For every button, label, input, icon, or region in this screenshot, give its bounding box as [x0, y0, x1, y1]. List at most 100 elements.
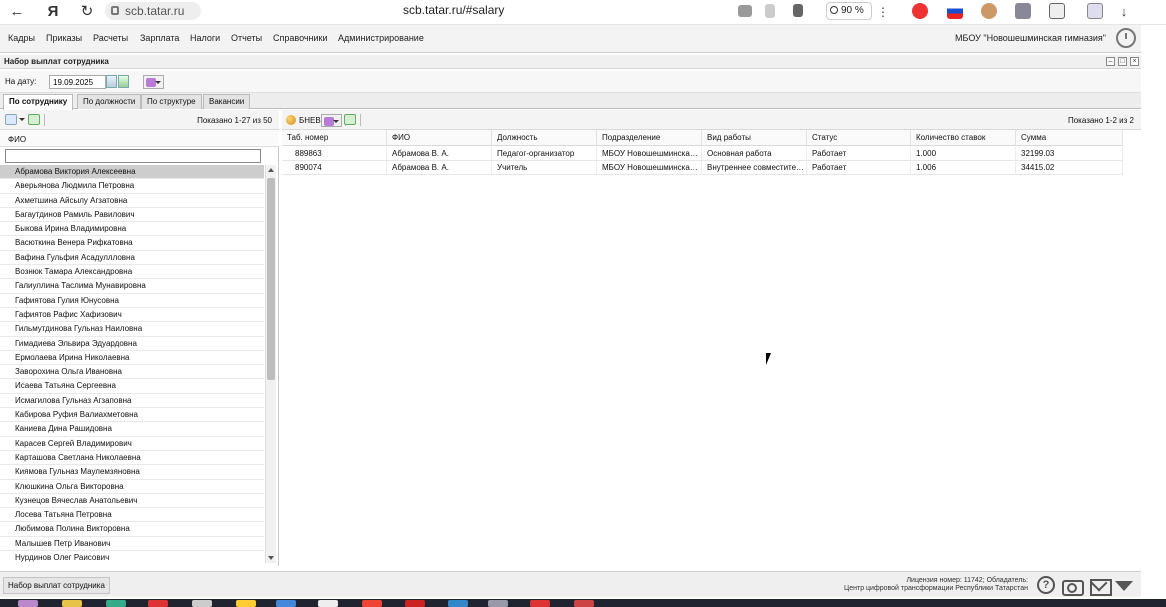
employee-list-item[interactable]: Абрамова Виктория Алексеевна	[0, 165, 264, 180]
notes-icon[interactable]	[1049, 3, 1065, 19]
refresh-icon[interactable]	[28, 114, 40, 125]
download-icon[interactable]: ↓	[1113, 2, 1135, 22]
taskbar-app-icon[interactable]	[362, 600, 382, 607]
employee-list-item[interactable]: Гафиятова Гулия Юнусовна	[0, 294, 264, 308]
reload-icon[interactable]: ↻	[76, 2, 98, 22]
taskbar-app-icon[interactable]	[488, 600, 508, 607]
bookmark-icon[interactable]	[793, 4, 803, 17]
taskbar-app-icon[interactable]	[148, 600, 168, 607]
url-pill[interactable]: scb.tatar.ru	[105, 2, 201, 20]
window-task-button[interactable]: Набор выплат сотрудника	[3, 577, 110, 594]
refresh-icon[interactable]	[344, 114, 356, 125]
taskbar-app-icon[interactable]	[192, 600, 212, 607]
grid-column-header[interactable]: Сумма	[1016, 130, 1123, 146]
shield-extension-icon[interactable]	[1015, 3, 1031, 19]
grid-column-header[interactable]: Должность	[492, 130, 597, 146]
employee-list-item[interactable]: Гафиятов Рафис Хафизович	[0, 308, 264, 323]
employee-list-item[interactable]: Клюшкина Ольга Викторовна	[0, 480, 264, 494]
back-arrow-icon[interactable]: ←	[6, 2, 28, 22]
employee-list-item[interactable]: Нурдинов Олег Раисович	[0, 551, 264, 563]
more-menu-icon[interactable]: ⋮	[872, 2, 894, 22]
taskbar-app-icon[interactable]	[530, 600, 550, 607]
employee-list-item[interactable]: Лосева Татьяна Петровна	[0, 508, 264, 523]
employee-list-item[interactable]: Вафина Гульфия Асадуллловна	[0, 251, 264, 266]
taskbar-app-icon[interactable]	[106, 600, 126, 607]
employee-list-item[interactable]: Гимадиева Эльвира Эдуардовна	[0, 337, 264, 351]
menu-nalogi[interactable]: Налоги	[190, 33, 220, 43]
tab-by-position[interactable]: По должности	[77, 94, 142, 109]
chevron-down-icon[interactable]	[19, 118, 25, 121]
employee-list-item[interactable]: Карташова Светлана Николаевна	[0, 451, 264, 466]
taskbar-app-icon[interactable]	[276, 600, 296, 607]
grid-column-header[interactable]: Количество ставок	[911, 130, 1016, 146]
collapse-triangle-icon[interactable]	[1115, 581, 1133, 591]
employee-list-scrollbar[interactable]	[265, 165, 276, 563]
menu-zarplata[interactable]: Зарплата	[140, 33, 179, 43]
clock-icon[interactable]	[1116, 28, 1136, 48]
employee-list-item[interactable]: Любимова Полина Викторовна	[0, 522, 264, 537]
employee-list-item[interactable]: Кузнецов Вячеслав Анатольевич	[0, 494, 264, 509]
zoom-indicator[interactable]: 90 %	[826, 2, 872, 20]
employee-list-item[interactable]: Ермолаева Ирина Николаевна	[0, 351, 264, 366]
menu-prikazy[interactable]: Приказы	[46, 33, 82, 43]
tab-by-employee[interactable]: По сотруднику	[3, 94, 74, 110]
restore-icon[interactable]: □	[1118, 57, 1127, 66]
actions-dropdown[interactable]	[143, 75, 164, 89]
payments-actions-dropdown[interactable]	[321, 114, 342, 127]
yandex-icon[interactable]: Я	[42, 2, 64, 22]
employee-list-item[interactable]: Кабирова Руфия Валиахметовна	[0, 408, 264, 423]
employee-list-item[interactable]: Гильмутдинова Гульназ Наиловна	[0, 322, 264, 337]
url-text[interactable]: scb.tatar.ru/#salary	[403, 3, 504, 17]
grid-column-header[interactable]: Статус	[807, 130, 911, 146]
extension-icon[interactable]	[981, 3, 997, 19]
employee-list-item[interactable]: Исаева Татьяна Сергеевна	[0, 379, 264, 394]
apply-date-icon[interactable]	[118, 75, 129, 88]
taskbar-app-icon[interactable]	[236, 600, 256, 607]
taskbar-folder-icon[interactable]	[62, 600, 82, 607]
grid-column-header[interactable]: Таб. номер	[282, 130, 387, 146]
employee-list-item[interactable]: Вознюк Тамара Александровна	[0, 265, 264, 280]
employee-list-item[interactable]: Карасев Сергей Владимирович	[0, 437, 264, 451]
employee-list-item[interactable]: Аверьянова Людмила Петровна	[0, 179, 264, 194]
menu-kadry[interactable]: Кадры	[8, 33, 35, 43]
fio-column-header[interactable]: ФИО	[0, 130, 279, 147]
menu-otchety[interactable]: Отчеты	[231, 33, 262, 43]
menu-spravochniki[interactable]: Справочники	[273, 33, 328, 43]
microphone-icon[interactable]	[765, 4, 775, 18]
tab-vacancies[interactable]: Вакансии	[203, 94, 251, 109]
employee-list-item[interactable]: Багаутдинов Рамиль Равилович	[0, 208, 264, 223]
yandex-browser-icon[interactable]	[912, 3, 928, 19]
camera-icon[interactable]	[1062, 576, 1084, 596]
scroll-up-icon[interactable]	[268, 168, 274, 172]
menu-raschety[interactable]: Расчеты	[93, 33, 128, 43]
minimize-icon[interactable]: –	[1106, 57, 1115, 66]
taskbar-app-icon[interactable]	[574, 600, 594, 607]
list-menu-icon[interactable]	[5, 114, 17, 125]
close-icon[interactable]: ×	[1130, 57, 1139, 66]
tab-by-structure[interactable]: По структуре	[141, 94, 202, 109]
taskbar-app-icon[interactable]	[405, 600, 425, 607]
employee-list-item[interactable]: Васюткина Венера Рифкатовна	[0, 236, 264, 251]
mail-icon[interactable]	[1090, 576, 1112, 596]
translate-icon[interactable]	[738, 5, 752, 17]
menu-administrirovanie[interactable]: Администрирование	[338, 33, 424, 43]
fio-filter-input[interactable]	[5, 149, 261, 163]
russia-flag-icon[interactable]	[947, 3, 963, 19]
scroll-down-icon[interactable]	[268, 556, 274, 560]
help-icon[interactable]: ?	[1037, 576, 1055, 594]
employee-list-item[interactable]: Киямова Гульназ Маулемзяновна	[0, 465, 264, 480]
table-row[interactable]: 889863 Абрамова В. А. Педагог-организатор М…	[282, 147, 1123, 161]
taskbar-app-icon[interactable]	[448, 600, 468, 607]
employee-list-item[interactable]: Галиуллина Таслима Мунавировна	[0, 279, 264, 294]
table-row[interactable]: 890074 Абрамова В. А. Учитель МБОУ Новошешм…	[282, 161, 1123, 175]
taskbar-app-icon[interactable]	[318, 600, 338, 607]
scroll-thumb[interactable]	[267, 178, 275, 380]
grid-column-header[interactable]: Вид работы	[702, 130, 807, 146]
grid-column-header[interactable]: Подразделение	[597, 130, 702, 146]
bnev-button[interactable]: БНЕВ	[286, 114, 321, 127]
employee-list-item[interactable]: Быкова Ирина Владимировна	[0, 222, 264, 237]
employee-list-item[interactable]: Исмагилова Гульназ Агзаповна	[0, 394, 264, 409]
employee-list-item[interactable]: Ахметшина Айсылу Агзатовна	[0, 194, 264, 208]
calendar-icon[interactable]	[106, 75, 117, 88]
employee-list-item[interactable]: Малышев Петр Иванович	[0, 537, 264, 552]
